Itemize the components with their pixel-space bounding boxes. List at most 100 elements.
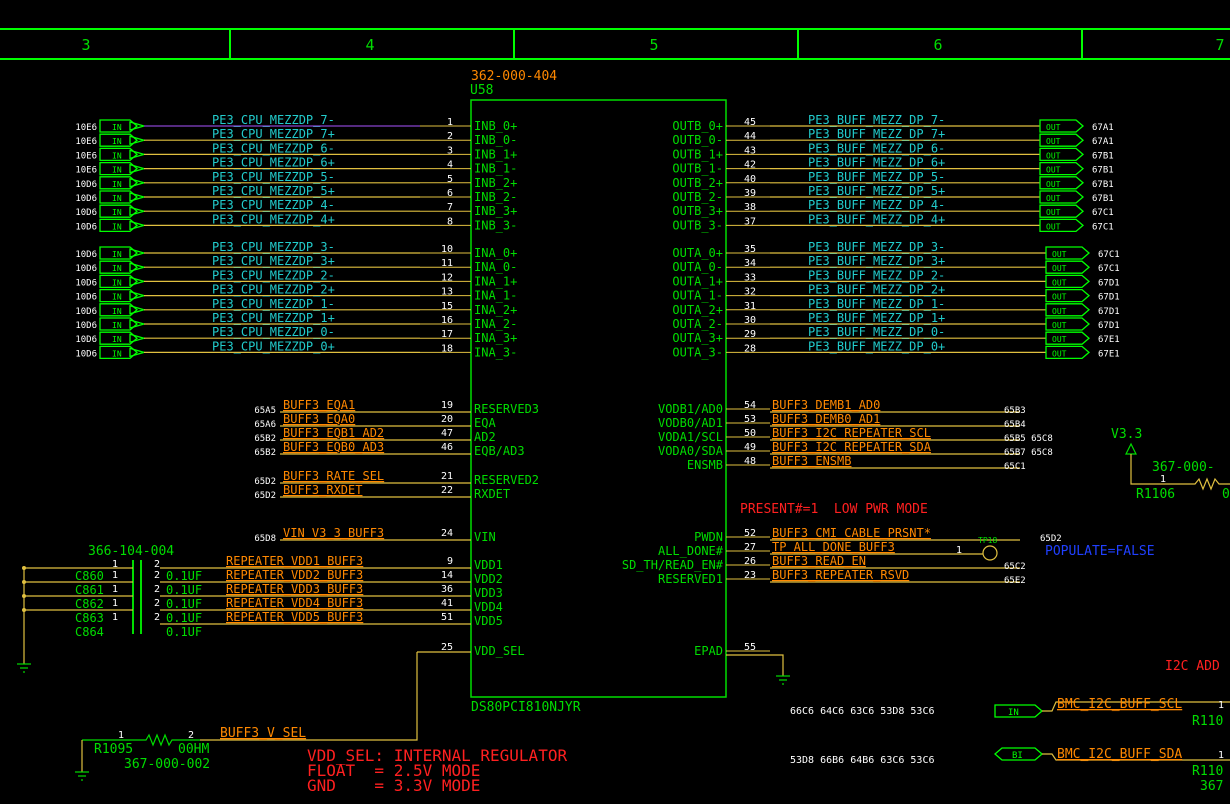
pin-number: 25 [441,642,453,653]
out-port-label: OUT [1052,250,1067,259]
pin-name: INA_3+ [474,331,517,345]
offpage-ref: 67B1 [1092,151,1114,161]
ground-symbol [75,771,89,781]
net-label: PE3_CPU_MEZZDP_6- [212,141,335,155]
offpage-ref: 10D6 [75,307,97,317]
in-port-label: IN [112,166,122,175]
offpage-ref: 65B3 [1004,406,1026,416]
out-port-label: OUT [1046,180,1061,189]
cap-pin: 2 [154,584,160,595]
pin-name: OUTB_2- [672,190,723,204]
offpage-ref: 65A6 [254,420,276,430]
net-label: BUFF3_DEMB0_AD1 [772,412,880,426]
pin-name: OUTA_0- [672,260,723,274]
offpage-ref: 65B5 65C8 [1004,434,1053,444]
pin-number: 36 [441,584,453,595]
in-port-label: IN [112,137,122,146]
r1095-part-number: 367-000-002 [124,757,210,772]
tp18-pin: 1 [956,545,962,556]
rail-part-number: 367-000- [1152,460,1215,475]
pin-name: SD_TH/READ_EN# [622,558,724,572]
pin-number: 24 [441,528,453,539]
note-vdd-sel-3: GND = 3.3V MODE [307,776,480,795]
bmc-i2c-scl[interactable]: 66C6 64C6 63C6 53D8 53C6 IN BMC_I2C_BUFF… [790,697,1230,729]
net-label: PE3_CPU_MEZZDP_2- [212,268,335,282]
pin-name: INB_3+ [474,204,517,218]
out-port-label: OUT [1052,321,1067,330]
offpage-ref: 67C1 [1092,208,1114,218]
chip-left-pins: 1 INB_0+2 INB_0-3 INB_1+4 INB_1-5 INB_2+6 INB_… [420,117,539,658]
pin-name: INB_0+ [474,119,517,133]
pin-name: INA_2+ [474,303,517,317]
pin-number: 9 [447,556,453,567]
pin-name: VODB1/AD0 [658,402,723,416]
in-port-label: IN [112,250,122,259]
offpage-ref: 67E1 [1098,335,1120,345]
pin-number: 19 [441,400,453,411]
offpage-ref: 10E6 [75,123,97,133]
bmc-sda-pin: 1 [1218,750,1224,761]
junction-dot [22,566,26,570]
cap-pin: 1 [112,598,118,609]
junction-dot [22,580,26,584]
pin-name: INA_1+ [474,274,517,288]
pin-name: OUTB_1- [672,162,723,176]
pin-name: OUTB_2+ [672,176,723,190]
net-label: BUFF3_EQA0 [283,412,355,426]
cap-pin: 2 [154,570,160,581]
pin-name: VDD3 [474,586,503,600]
out-port-label: OUT [1052,349,1067,358]
pin-name: OUTA_2+ [672,303,723,317]
out-port-label: OUT [1052,307,1067,316]
out-port-label: OUT [1052,335,1067,344]
cap-value: 0.1UF [166,583,202,597]
cap-value: 0.1UF [166,569,202,583]
pin-number: 22 [441,485,453,496]
offpage-ref: 67B1 [1092,166,1114,176]
net-label: PE3_BUFF_MEZZ_DP_4+ [808,212,945,226]
offpage-ref: 65D8 [254,534,276,544]
out-port-label: OUT [1046,222,1061,231]
offpage-ref: 65B2 [254,434,276,444]
pin-name: VDD1 [474,558,503,572]
pin-name: OUTB_0- [672,133,723,147]
offpage-ref: 10D6 [75,278,97,288]
pin-name: EQA [474,416,496,430]
pin-name: VDD_SEL [474,644,525,658]
bmc-i2c-sda[interactable]: 53D8 66B6 64B6 63C6 53C6 BI BMC_I2C_BUFF… [790,747,1230,794]
net-label: PE3_CPU_MEZZDP_0- [212,325,335,339]
net-label: PE3_BUFF_MEZZ_DP_5+ [808,184,945,198]
pin-number: 41 [441,598,453,609]
offpage-ref: 65C1 [1004,462,1026,472]
net-label: PE3_CPU_MEZZDP_5+ [212,184,335,198]
pin-name: VIN [474,530,496,544]
pin-name: ENSMB [687,458,723,472]
offpage-ref: 10D6 [75,321,97,331]
note-i2c: I2C ADD [1165,659,1220,674]
net-label: BUFF3_I2C_REPEATER_SCL [772,426,931,440]
net-label: TP_ALL_DONE_BUFF3 [772,540,895,554]
offpage-ref: 10E6 [75,137,97,147]
note-populate: POPULATE=FALSE [1045,544,1155,559]
in-port-label: IN [112,321,122,330]
r1095-ref: R1095 [94,742,133,757]
pin-name: EQB/AD3 [474,444,525,458]
bmc-sda-net: BMC_I2C_BUFF_SDA [1057,747,1182,762]
net-label: REPEATER_VDD3_BUFF3 [226,582,363,596]
offpage-ref: 65D2 [254,491,276,501]
offpage-ref: 67A1 [1092,137,1114,147]
offpage-ref: 67D1 [1098,321,1120,331]
net-label: BUFF3_CMI_CABLE_PRSNT* [772,526,931,540]
offpage-ref: 67B1 [1092,180,1114,190]
pin-name: PWDN [694,530,723,544]
out-port-label: OUT [1046,208,1061,217]
in-port-label: IN [112,264,122,273]
in-port-label: IN [112,222,122,231]
junction-dot [22,608,26,612]
pin-name: OUTB_1+ [672,147,723,161]
net-label: BUFF3_RATE_SEL [283,469,384,483]
zone-label-6: 6 [933,36,942,54]
net-label: PE3_CPU_MEZZDP_7+ [212,127,335,141]
left-control-nets: 65A5 BUFF3_EQA1 65A6 BUFF3_EQA0 65B2 BUFF3_EQ… [254,398,471,544]
tp18-ref: TP18 [978,536,997,545]
